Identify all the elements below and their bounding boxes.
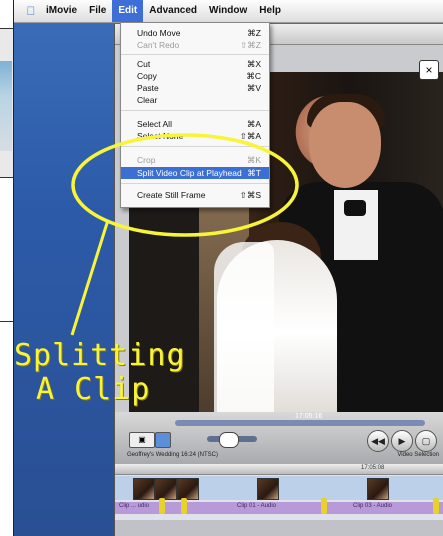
- menu-separator: [121, 183, 269, 184]
- menu-item-copy[interactable]: Copy ⌘C: [121, 70, 269, 82]
- scrubber-time: 17:05:16: [295, 413, 323, 420]
- annotation-caption-line1: Splitting: [14, 338, 186, 373]
- menu-edit[interactable]: Edit: [112, 0, 144, 22]
- project-info: Geoffrey's Wedding 16:24 (NTSC): [127, 452, 218, 458]
- annotation-caption-line2: A Clip: [36, 372, 151, 407]
- menu-item-select-all[interactable]: Select All ⌘A: [121, 118, 269, 130]
- menu-item-cut[interactable]: Cut ⌘X: [121, 58, 269, 70]
- timeline-bottom-bar: [115, 520, 443, 536]
- menu-item-undo[interactable]: Undo Move ⌘Z: [121, 27, 269, 39]
- clip-thumbnail[interactable]: [177, 478, 199, 500]
- menu-item-redo: Can't Redo ⇧⌘Z: [137, 40, 261, 50]
- menu-separator: [121, 54, 269, 55]
- menu-item-crop: Crop ⌘K: [137, 155, 261, 165]
- edit-mode-toggle[interactable]: [155, 432, 171, 448]
- clip-thumbnail[interactable]: [155, 478, 177, 500]
- audio-clip-label: Clip 03 - Audio: [353, 503, 393, 509]
- close-icon[interactable]: ×: [419, 60, 439, 80]
- menu-imovie[interactable]: iMovie: [40, 0, 83, 22]
- background-window-fragment: [0, 28, 14, 178]
- menu-bar:  iMovie File Edit Advanced Window Help: [14, 0, 443, 23]
- scrubber-bar[interactable]: [175, 420, 425, 426]
- background-window-fragment-lower: [0, 177, 14, 322]
- screenshot:  iMovie File Edit Advanced Window Help …: [13, 0, 443, 536]
- ruler-time: 17:05:08: [361, 465, 385, 471]
- menu-item-select-none[interactable]: Select None ⇧⌘A: [121, 130, 269, 142]
- menu-item-create-still-frame[interactable]: Create Still Frame ⇧⌘S: [121, 189, 269, 201]
- timeline-ruler[interactable]: [115, 464, 443, 475]
- camera-mode-toggle[interactable]: ▣: [129, 432, 155, 448]
- video-groom-bowtie: [344, 200, 366, 216]
- audio-clip-label: Clip 01 - Audio: [237, 503, 277, 509]
- menu-advanced[interactable]: Advanced: [143, 0, 203, 22]
- clip-thumbnail[interactable]: [133, 478, 155, 500]
- audio-marker[interactable]: [321, 498, 327, 514]
- menu-item-paste[interactable]: Paste ⌘V: [121, 82, 269, 94]
- audio-marker[interactable]: [159, 498, 165, 514]
- background-window-thumbnail: [0, 61, 12, 151]
- rewind-button[interactable]: ◀◀: [367, 430, 389, 452]
- video-bride-veil: [214, 242, 274, 426]
- video-groom-head: [309, 102, 381, 188]
- menu-window[interactable]: Window: [203, 0, 253, 22]
- menu-file[interactable]: File: [83, 0, 112, 22]
- menu-help[interactable]: Help: [253, 0, 287, 22]
- audio-clip-label: Clip ... udio: [119, 503, 150, 509]
- menu-item-clear[interactable]: Clear: [121, 94, 269, 106]
- menu-separator: [121, 146, 269, 147]
- playback-controls: 17:05:16 ▣ ◀◀ ▶ ▢ Geoffrey's Wedding 16:…: [115, 412, 443, 464]
- menu-separator: [121, 110, 269, 111]
- edit-menu-dropdown: Undo Move ⌘Z Can't Redo ⇧⌘Z Cut ⌘X Copy ⌘C P…: [120, 22, 270, 208]
- menu-item-split-video-clip[interactable]: Split Video Clip at Playhead ⌘T: [121, 167, 269, 179]
- volume-slider-knob[interactable]: [219, 432, 239, 448]
- audio-marker[interactable]: [181, 498, 187, 514]
- clip-thumbnail[interactable]: [367, 478, 389, 500]
- timeline: 17:05:08 Clip ... udio Clip 01 - Audio C…: [115, 464, 443, 536]
- apple-icon[interactable]: : [22, 4, 40, 18]
- audio-marker[interactable]: [433, 498, 439, 514]
- fullscreen-button[interactable]: ▢: [415, 430, 437, 452]
- play-button[interactable]: ▶: [391, 430, 413, 452]
- video-selection-label: Video Selection: [397, 452, 439, 458]
- clip-thumbnail[interactable]: [257, 478, 279, 500]
